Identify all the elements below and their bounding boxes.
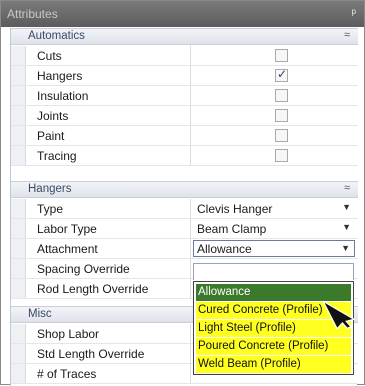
property-name: Std Length Override (37, 347, 145, 361)
dropdown-arrow-icon[interactable]: ▼ (342, 222, 351, 232)
property-name: Cuts (37, 49, 62, 63)
dropdown-header-blank (193, 263, 354, 280)
property-value[interactable]: Beam Clamp (197, 222, 266, 236)
property-row-type[interactable]: Type Clevis Hanger ▼ (11, 199, 358, 219)
property-value[interactable]: Clevis Hanger (197, 202, 272, 216)
checkbox-icon[interactable] (275, 67, 288, 82)
property-name: Attachment (37, 242, 98, 256)
checkbox-icon[interactable] (275, 89, 288, 102)
property-row-cuts[interactable]: Cuts (11, 46, 358, 66)
mouse-pointer-icon (323, 299, 356, 329)
property-name: Spacing Override (37, 262, 130, 276)
checkbox-icon[interactable] (275, 149, 288, 162)
attributes-panel: Attributes ᵖ Automatics ≈ Cuts Hangers I… (0, 0, 365, 386)
property-name: Insulation (37, 89, 89, 103)
property-name: Joints (37, 109, 69, 123)
combo-value: Allowance (197, 242, 252, 256)
panel-title-bar[interactable]: Attributes ᵖ (1, 1, 364, 27)
property-name: Tracing (37, 149, 77, 163)
category-hangers[interactable]: Hangers ≈ (11, 181, 358, 198)
category-automatics[interactable]: Automatics ≈ (11, 28, 358, 45)
collapse-chevron-icon[interactable]: ≈ (344, 29, 350, 41)
property-row-joints[interactable]: Joints (11, 106, 358, 126)
dropdown-option-poured-concrete[interactable]: Poured Concrete (Profile) (196, 338, 351, 355)
property-row-tracing[interactable]: Tracing (11, 146, 358, 166)
pin-icon[interactable]: ᵖ (351, 6, 356, 20)
property-name: Rod Length Override (37, 282, 149, 296)
collapse-chevron-icon[interactable]: ≈ (344, 182, 350, 194)
category-label: Hangers (28, 183, 72, 195)
property-row-attachment[interactable]: Attachment Allowance ▼ (11, 239, 358, 259)
property-row-paint[interactable]: Paint (11, 126, 358, 146)
dropdown-option-weld-beam[interactable]: Weld Beam (Profile) (196, 356, 351, 373)
attachment-combo[interactable]: Allowance ▼ (193, 240, 355, 257)
property-name: # of Traces (37, 367, 97, 381)
category-label: Automatics (28, 30, 85, 42)
property-name: Shop Labor (37, 327, 100, 341)
checkbox-icon[interactable] (275, 109, 288, 122)
dropdown-arrow-icon[interactable]: ▼ (341, 243, 350, 253)
property-name: Type (37, 202, 64, 216)
checkbox-icon[interactable] (275, 129, 288, 142)
category-label: Misc (28, 308, 52, 320)
property-row-insulation[interactable]: Insulation (11, 86, 358, 106)
dropdown-arrow-icon[interactable]: ▼ (342, 202, 351, 212)
property-name: Hangers (37, 69, 83, 83)
property-row-labor-type[interactable]: Labor Type Beam Clamp ▼ (11, 219, 358, 239)
panel-title: Attributes (7, 7, 58, 21)
property-name: Paint (37, 129, 65, 143)
checkbox-icon[interactable] (275, 49, 288, 62)
property-row-hangers[interactable]: Hangers (11, 66, 358, 86)
property-name: Labor Type (37, 222, 97, 236)
